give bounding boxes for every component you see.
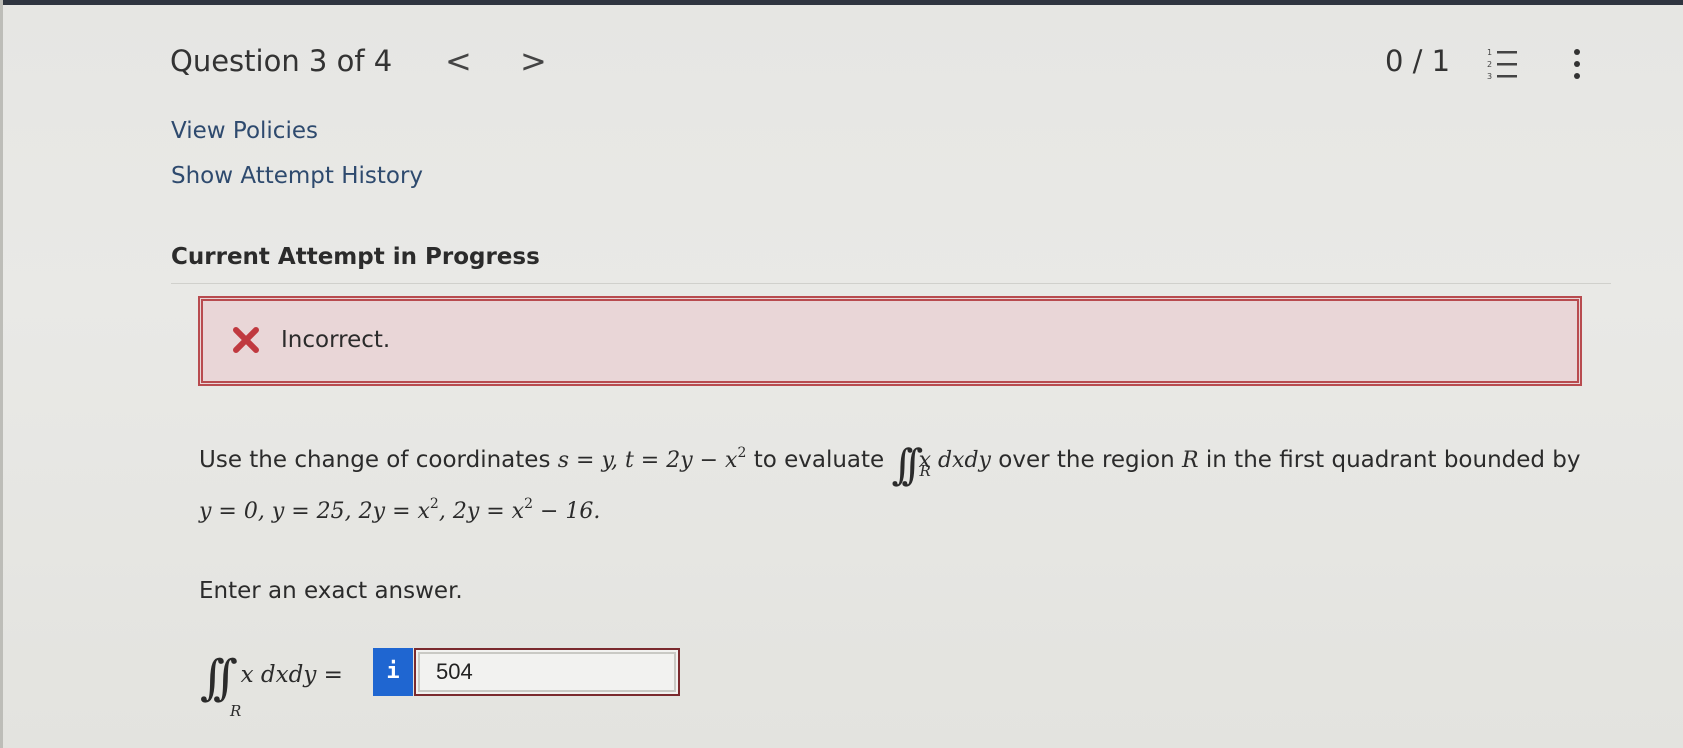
question-header: Question 3 of 4 < > 0 / 1 1 2 3 bbox=[170, 38, 1590, 88]
bounds-part-a: y = 0, y = 25, 2y = x bbox=[199, 499, 430, 524]
bounds-exponent-1: 2 bbox=[429, 496, 439, 512]
problem-statement: Use the change of coordinates s = y, t =… bbox=[199, 436, 1599, 489]
answer-integral-sub: R bbox=[230, 702, 242, 720]
problem-over: over the region bbox=[990, 447, 1183, 473]
problem-coords: s = y, t = 2y − x bbox=[557, 448, 738, 473]
show-attempt-history-link[interactable]: Show Attempt History bbox=[171, 163, 423, 189]
more-vertical-icon[interactable] bbox=[1570, 46, 1584, 82]
svg-text:2: 2 bbox=[1487, 60, 1492, 69]
numbered-list-icon[interactable]: 1 2 3 bbox=[1485, 46, 1521, 82]
next-question-button[interactable]: > bbox=[520, 42, 547, 80]
x-mark-icon bbox=[231, 325, 261, 355]
divider bbox=[171, 283, 1611, 284]
integral-region-sub: R bbox=[919, 462, 931, 480]
answer-input[interactable] bbox=[414, 648, 680, 696]
problem-bounds: y = 0, y = 25, 2y = x2, 2y = x2 − 16. bbox=[199, 496, 600, 524]
top-bar bbox=[0, 0, 1683, 5]
bounds-part-c: − 16. bbox=[533, 499, 601, 524]
problem-rest: in the first quadrant bounded by bbox=[1198, 447, 1581, 473]
problem-intro: Use the change of coordinates bbox=[199, 447, 558, 473]
problem-region: R bbox=[1182, 448, 1199, 473]
feedback-status: Incorrect. bbox=[281, 327, 391, 353]
previous-question-button[interactable]: < bbox=[445, 42, 472, 80]
answer-integral-symbol: ∫∫ R bbox=[200, 650, 242, 720]
view-policies-link[interactable]: View Policies bbox=[171, 118, 318, 144]
question-label: Question 3 of 4 bbox=[170, 44, 393, 78]
problem-to-evaluate: to evaluate bbox=[746, 447, 892, 473]
svg-text:1: 1 bbox=[1487, 48, 1492, 57]
attempt-title: Current Attempt in Progress bbox=[171, 244, 540, 270]
double-integral-symbol: ∫∫ R bbox=[891, 440, 931, 489]
instruction-text: Enter an exact answer. bbox=[199, 578, 463, 604]
bounds-exponent-2: 2 bbox=[524, 496, 534, 512]
answer-lhs-text: x dxdy = bbox=[240, 662, 343, 688]
svg-text:3: 3 bbox=[1487, 72, 1492, 81]
left-edge bbox=[0, 0, 3, 748]
score: 0 / 1 bbox=[1385, 44, 1451, 78]
answer-expression: ∫∫ R x dxdy = bbox=[200, 650, 343, 720]
bounds-part-b: , 2y = x bbox=[438, 499, 525, 524]
info-button[interactable]: i bbox=[373, 648, 413, 696]
feedback-banner: Incorrect. bbox=[198, 296, 1582, 386]
